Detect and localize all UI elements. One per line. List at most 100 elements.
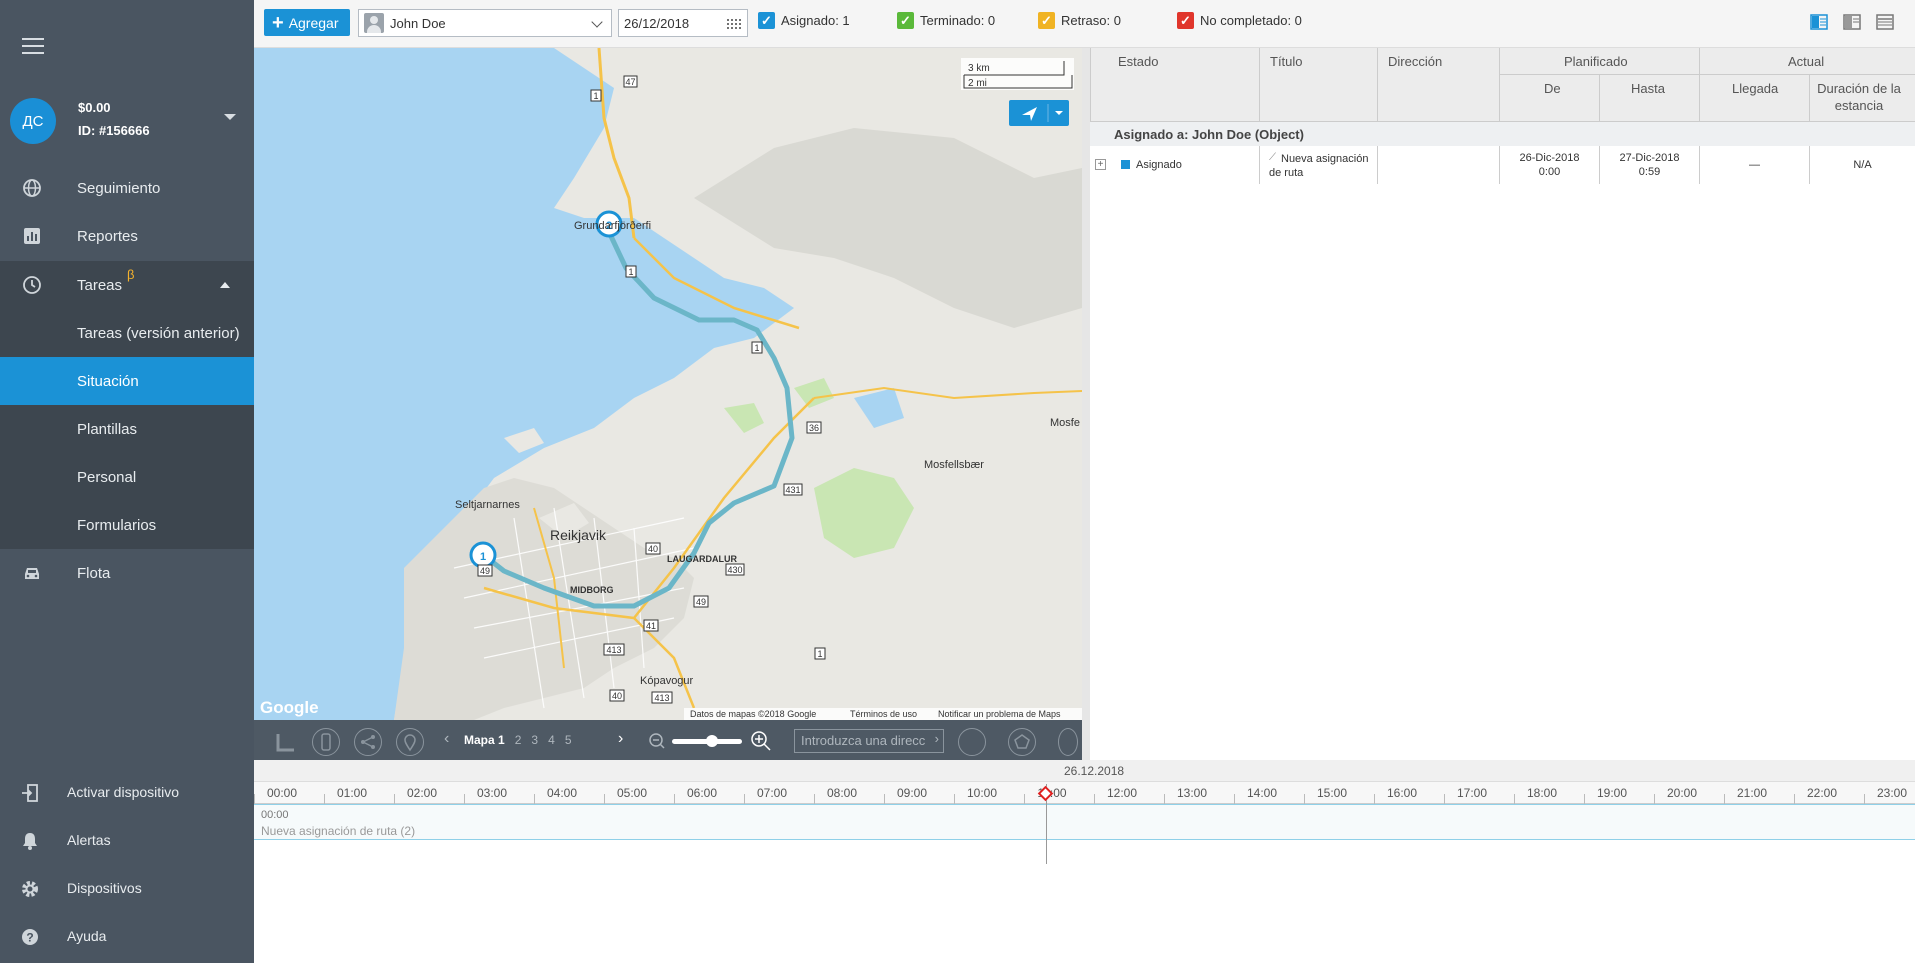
filter-finished[interactable]: ✓ Terminado: 0 — [897, 12, 995, 29]
timeline-hour-tick — [1444, 794, 1445, 804]
account-panel[interactable]: ДС $0.00 ID: #156666 — [10, 96, 244, 146]
map-terms-link[interactable]: Términos de uso — [850, 709, 917, 719]
timeline: 26.12.2018 00:00 01:00 02:00 03:00 04:00 05:0… — [254, 760, 1915, 963]
checkbox-delayed[interactable]: ✓ — [1038, 12, 1055, 29]
layout-split-vertical-icon[interactable] — [1810, 14, 1828, 30]
map-canvas[interactable]: 1 2 47 1 1 1 36 431 430 40 49 41 413 413… — [254, 48, 1082, 720]
panel-splitter[interactable] — [1082, 48, 1090, 760]
timeline-hour-label: 17:00 — [1456, 786, 1488, 800]
login-icon — [22, 784, 38, 802]
nav-item-tracking[interactable]: Seguimiento — [0, 164, 254, 212]
help-icon: ? — [22, 929, 38, 945]
nav-item-devices[interactable]: Dispositivos — [0, 865, 254, 913]
nav-item-tasks[interactable]: Tareas β — [0, 261, 254, 309]
user-icon — [364, 13, 384, 33]
nav-item-help[interactable]: ? Ayuda — [0, 913, 254, 961]
map-tab-5[interactable]: 5 — [565, 733, 572, 747]
map-tab-current[interactable]: Mapa 1 — [464, 733, 505, 747]
checkbox-finished[interactable]: ✓ — [897, 12, 914, 29]
chevron-left-icon[interactable]: ‹ — [444, 730, 449, 748]
nav-item-tasks-old[interactable]: Tareas (versión anterior) — [0, 309, 254, 357]
polygon-icon[interactable] — [1008, 728, 1036, 756]
nav-item-forms[interactable]: Formularios — [0, 501, 254, 549]
more-tools-icon[interactable] — [1058, 728, 1078, 756]
timeline-hour-label: 19:00 — [1596, 786, 1628, 800]
chevron-down-icon[interactable] — [591, 16, 603, 28]
calendar-icon[interactable] — [726, 18, 742, 29]
date-field[interactable]: 26/12/2018 — [618, 9, 748, 37]
location-pin-icon[interactable] — [396, 728, 424, 756]
map-report-link[interactable]: Notificar un problema de Maps — [938, 709, 1061, 719]
ruler-icon[interactable] — [272, 728, 300, 756]
share-icon[interactable] — [354, 728, 382, 756]
zoom-out-icon[interactable] — [648, 732, 666, 750]
nav-item-personal[interactable]: Personal — [0, 453, 254, 501]
sidebar: ДС $0.00 ID: #156666 Seguimiento Reporte… — [0, 0, 254, 963]
nav-label-situation: Situación — [77, 372, 139, 390]
chevron-right-icon[interactable]: › — [935, 731, 939, 746]
map-tab-2[interactable]: 2 — [515, 733, 522, 747]
col-stay-header[interactable]: Duración de la estancia — [1810, 81, 1908, 115]
date-field-value: 26/12/2018 — [624, 16, 690, 31]
filter-delayed[interactable]: ✓ Retraso: 0 — [1038, 12, 1121, 29]
map-tab-3[interactable]: 3 — [531, 733, 538, 747]
zoom-slider[interactable] — [672, 735, 742, 747]
svg-text:?: ? — [26, 931, 33, 945]
user-select[interactable]: John Doe — [358, 9, 612, 37]
layout-split-alt-icon[interactable] — [1843, 14, 1861, 30]
address-search-input[interactable]: Introduzca una dirección › — [794, 729, 944, 753]
road-shield: 41 — [643, 619, 659, 632]
col-from-header[interactable]: De — [1544, 81, 1561, 96]
layout-list-icon[interactable] — [1876, 14, 1894, 30]
nav-label-help: Ayuda — [67, 928, 107, 944]
checkbox-assigned[interactable]: ✓ — [758, 12, 775, 29]
nav-label-tasks: Tareas — [77, 276, 123, 294]
nav-item-reports[interactable]: Reportes — [0, 212, 254, 260]
col-title-header[interactable]: Título — [1270, 54, 1303, 69]
road-shield: 1 — [814, 647, 826, 660]
col-address-header[interactable]: Dirección — [1388, 54, 1442, 69]
col-to-header[interactable]: Hasta — [1631, 81, 1665, 96]
timeline-hour-tick — [1094, 794, 1095, 804]
col-status-header[interactable]: Estado — [1118, 54, 1158, 69]
nav-item-templates[interactable]: Plantillas — [0, 405, 254, 453]
table-row[interactable]: + Asignado ⟋ Nueva asignación de ruta 26… — [1090, 146, 1915, 184]
group-row[interactable]: Asignado a: John Doe (Object) — [1090, 122, 1915, 146]
row-title[interactable]: Nueva asignación de ruta — [1269, 152, 1377, 181]
add-button[interactable]: + Agregar — [264, 9, 350, 36]
address-search-placeholder: Introduzca una dirección — [801, 733, 926, 748]
timeline-hour-tick — [1724, 794, 1725, 804]
bar-chart-icon — [24, 228, 40, 244]
nav-item-fleet[interactable]: Flota — [0, 549, 254, 597]
col-planned-header: Planificado — [1564, 54, 1628, 69]
table-header: Estado Título Dirección Planificado Actu… — [1090, 48, 1915, 122]
col-arrival-header[interactable]: Llegada — [1732, 81, 1778, 96]
map-tab-4[interactable]: 4 — [548, 733, 555, 747]
zoom-in-icon[interactable] — [750, 730, 772, 752]
avatar[interactable]: ДС — [10, 98, 56, 144]
timeline-hour-tick — [744, 794, 745, 804]
timeline-hour-label: 15:00 — [1316, 786, 1348, 800]
filter-assigned[interactable]: ✓ Asignado: 1 — [758, 12, 850, 29]
zoom-slider-handle[interactable] — [706, 735, 718, 747]
map-view[interactable]: 1 2 47 1 1 1 36 431 430 40 49 41 413 413… — [254, 48, 1082, 720]
checkbox-not-completed[interactable]: ✓ — [1177, 12, 1194, 29]
expand-icon[interactable]: + — [1095, 159, 1106, 170]
filter-not-completed[interactable]: ✓ No completado: 0 — [1177, 12, 1302, 29]
map-scale: 3 km 2 mi — [961, 58, 1074, 90]
timeline-hour-tick — [324, 794, 325, 804]
nav-item-alerts[interactable]: Alertas — [0, 817, 254, 865]
road-shield: 413 — [651, 691, 673, 704]
gear-icon — [22, 881, 38, 897]
garage-icon[interactable] — [958, 728, 986, 756]
car-icon — [25, 568, 39, 579]
nav-item-activate-device[interactable]: Activar dispositivo — [0, 769, 254, 817]
navigate-button[interactable] — [1009, 100, 1069, 126]
account-dropdown-icon[interactable] — [224, 114, 236, 120]
nav-item-situation[interactable]: Situación — [0, 357, 254, 405]
timeline-row[interactable]: 00:00 Nueva asignación de ruta (2) — [254, 804, 1915, 840]
google-logo: Google — [260, 698, 319, 717]
chevron-right-icon[interactable]: › — [618, 730, 623, 748]
menu-icon[interactable] — [22, 38, 44, 54]
traffic-icon[interactable] — [312, 728, 340, 756]
